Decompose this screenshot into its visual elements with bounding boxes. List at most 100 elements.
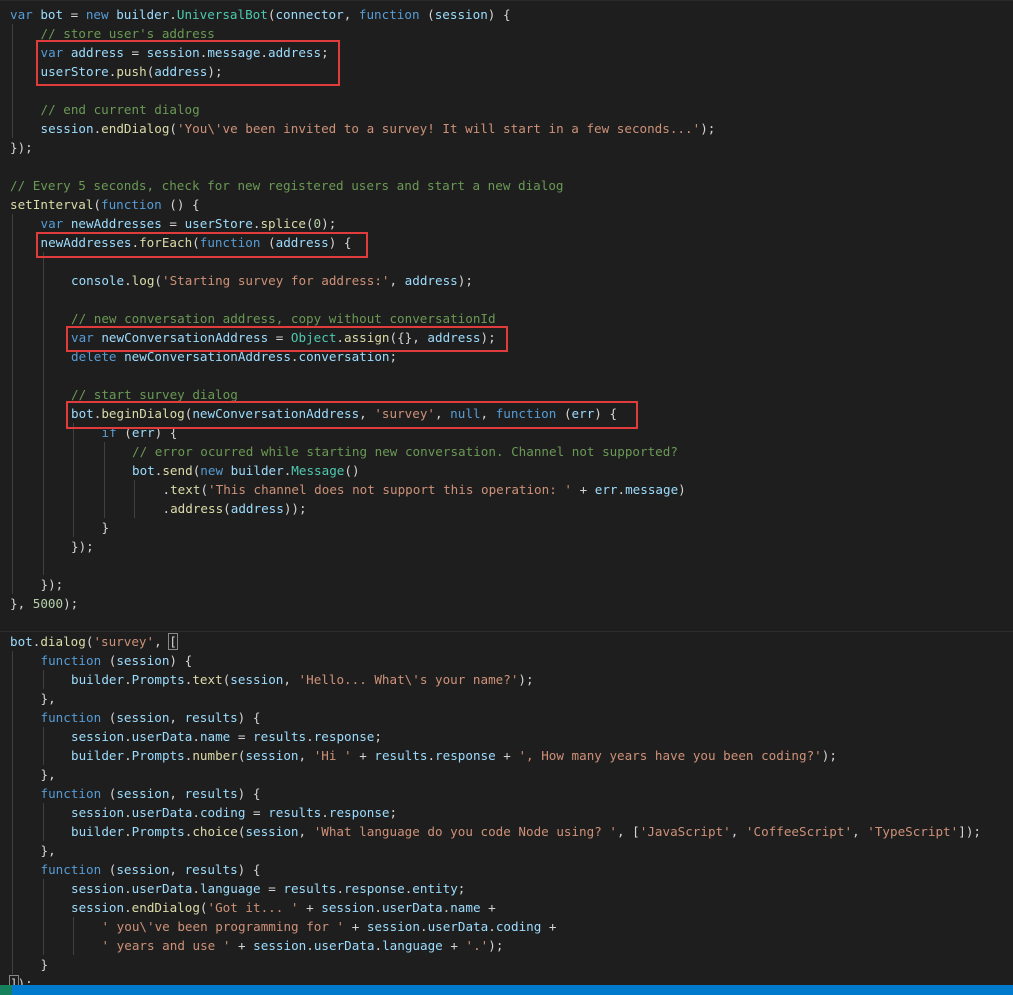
indent-guide: [42, 271, 44, 290]
code-line[interactable]: [10, 556, 1013, 575]
code-line[interactable]: builder.Prompts.choice(session, 'What la…: [10, 822, 1013, 841]
indent-guide: [42, 290, 44, 309]
code-line[interactable]: console.log('Starting survey for address…: [10, 271, 1013, 290]
code-token-plain: }: [40, 957, 49, 972]
code-line[interactable]: // start survey dialog: [10, 385, 1013, 404]
code-line[interactable]: // end current dialog: [10, 100, 1013, 119]
code-line[interactable]: session.userData.language = results.resp…: [10, 879, 1013, 898]
indent-guide: [42, 442, 44, 461]
indent-guide: [42, 936, 44, 955]
code-token-plain: .: [162, 482, 171, 497]
indent-guide: [12, 119, 13, 138]
code-line[interactable]: var address = session.message.address;: [10, 43, 1013, 62]
code-line[interactable]: ' you\'ve been programming for ' + sessi…: [10, 917, 1013, 936]
code-line[interactable]: session.userData.coding = results.respon…: [10, 803, 1013, 822]
indent-guide: [12, 651, 13, 670]
code-token-variable: session: [434, 7, 488, 22]
code-line[interactable]: }: [10, 518, 1013, 537]
code-line[interactable]: },: [10, 765, 1013, 784]
code-token-plain: .: [169, 7, 177, 22]
code-line[interactable]: var newConversationAddress = Object.assi…: [10, 328, 1013, 347]
code-token-variable: Prompts: [131, 672, 185, 687]
code-line[interactable]: userStore.push(address);: [10, 62, 1013, 81]
code-line[interactable]: if (err) {: [10, 423, 1013, 442]
indent-guide: [12, 309, 13, 328]
code-token-plain: ,: [389, 273, 405, 288]
status-bar-remote-indicator[interactable]: [0, 985, 12, 995]
code-line[interactable]: // Every 5 seconds, check for new regist…: [10, 176, 1013, 195]
code-token-plain: +: [344, 919, 367, 934]
code-line[interactable]: session.endDialog('You\'ve been invited …: [10, 119, 1013, 138]
code-line[interactable]: delete newConversationAddress.conversati…: [10, 347, 1013, 366]
code-token-plain: (: [116, 425, 132, 440]
code-token-plain: =: [260, 881, 284, 896]
indent-guide: [12, 727, 13, 746]
code-token-variable: session: [71, 881, 125, 896]
indent-guide: [12, 233, 13, 252]
status-bar[interactable]: [0, 985, 1013, 995]
code-token-plain: (: [101, 710, 117, 725]
indent-guide: [12, 879, 13, 898]
code-line[interactable]: // error ocurred while starting new conv…: [10, 442, 1013, 461]
code-line[interactable]: .text('This channel does not support thi…: [10, 480, 1013, 499]
code-line[interactable]: [10, 613, 1013, 632]
code-line[interactable]: [10, 81, 1013, 100]
code-token-keyword: function: [40, 710, 102, 725]
indent-guide: [42, 347, 44, 366]
code-line[interactable]: var newAddresses = userStore.splice(0);: [10, 214, 1013, 233]
code-token-variable: bot: [10, 634, 33, 649]
code-line[interactable]: }, 5000);: [10, 594, 1013, 613]
code-line[interactable]: .address(address));: [10, 499, 1013, 518]
code-line[interactable]: function (session, results) {: [10, 860, 1013, 879]
code-line[interactable]: },: [10, 689, 1013, 708]
code-line[interactable]: setInterval(function () {: [10, 195, 1013, 214]
code-line[interactable]: [10, 366, 1013, 385]
code-line[interactable]: bot.send(new builder.Message(): [10, 461, 1013, 480]
code-line[interactable]: // new conversation address, copy withou…: [10, 309, 1013, 328]
code-line[interactable]: // store user's address: [10, 24, 1013, 43]
code-line[interactable]: ' years and use ' + session.userData.lan…: [10, 936, 1013, 955]
code-line[interactable]: [10, 252, 1013, 271]
code-line[interactable]: bot.dialog('survey', [: [10, 632, 1013, 651]
code-line[interactable]: function (session) {: [10, 651, 1013, 670]
code-line[interactable]: bot.beginDialog(newConversationAddress, …: [10, 404, 1013, 423]
code-token-string: 'survey': [374, 406, 435, 421]
code-lines[interactable]: var bot = new builder.UniversalBot(conne…: [9, 5, 1013, 993]
indent-guide: [134, 499, 135, 518]
code-token-plain: );: [480, 330, 496, 345]
code-line-content: },: [41, 841, 56, 860]
code-line[interactable]: [10, 157, 1013, 176]
code-token-function: endDialog: [131, 900, 200, 915]
indent-guide: [73, 499, 74, 518]
indent-guide: [12, 860, 13, 879]
code-line[interactable]: session.endDialog('Got it... ' + session…: [10, 898, 1013, 917]
code-token-variable: language: [199, 881, 261, 896]
code-line[interactable]: newAddresses.forEach(function (address) …: [10, 233, 1013, 252]
code-token-variable: userData: [131, 805, 193, 820]
code-line[interactable]: }: [10, 955, 1013, 974]
code-line[interactable]: });: [10, 575, 1013, 594]
code-line[interactable]: });: [10, 537, 1013, 556]
code-token-plain: .: [336, 330, 344, 345]
code-line[interactable]: });: [10, 138, 1013, 157]
code-token-type: Object: [290, 330, 337, 345]
indent-guide: [42, 385, 44, 404]
code-line[interactable]: var bot = new builder.UniversalBot (conne…: [10, 5, 1013, 24]
code-line[interactable]: builder.Prompts.number(session, 'Hi ' + …: [10, 746, 1013, 765]
code-token-plain: +: [442, 938, 466, 953]
code-token-plain: .: [162, 501, 171, 516]
code-token-variable: session: [245, 824, 299, 839]
code-token-keyword: function: [199, 235, 261, 250]
code-token-plain: =: [245, 805, 269, 820]
code-line-content: });: [10, 138, 33, 157]
code-line[interactable]: },: [10, 841, 1013, 860]
code-line[interactable]: function (session, results) {: [10, 784, 1013, 803]
code-line[interactable]: [10, 290, 1013, 309]
code-token-keyword: function: [358, 7, 420, 22]
code-editor[interactable]: var bot = new builder.UniversalBot(conne…: [0, 0, 1013, 995]
code-line[interactable]: builder.Prompts.text(session, 'Hello... …: [10, 670, 1013, 689]
code-line[interactable]: session.userData.name = results.response…: [10, 727, 1013, 746]
code-line[interactable]: function (session, results) {: [10, 708, 1013, 727]
